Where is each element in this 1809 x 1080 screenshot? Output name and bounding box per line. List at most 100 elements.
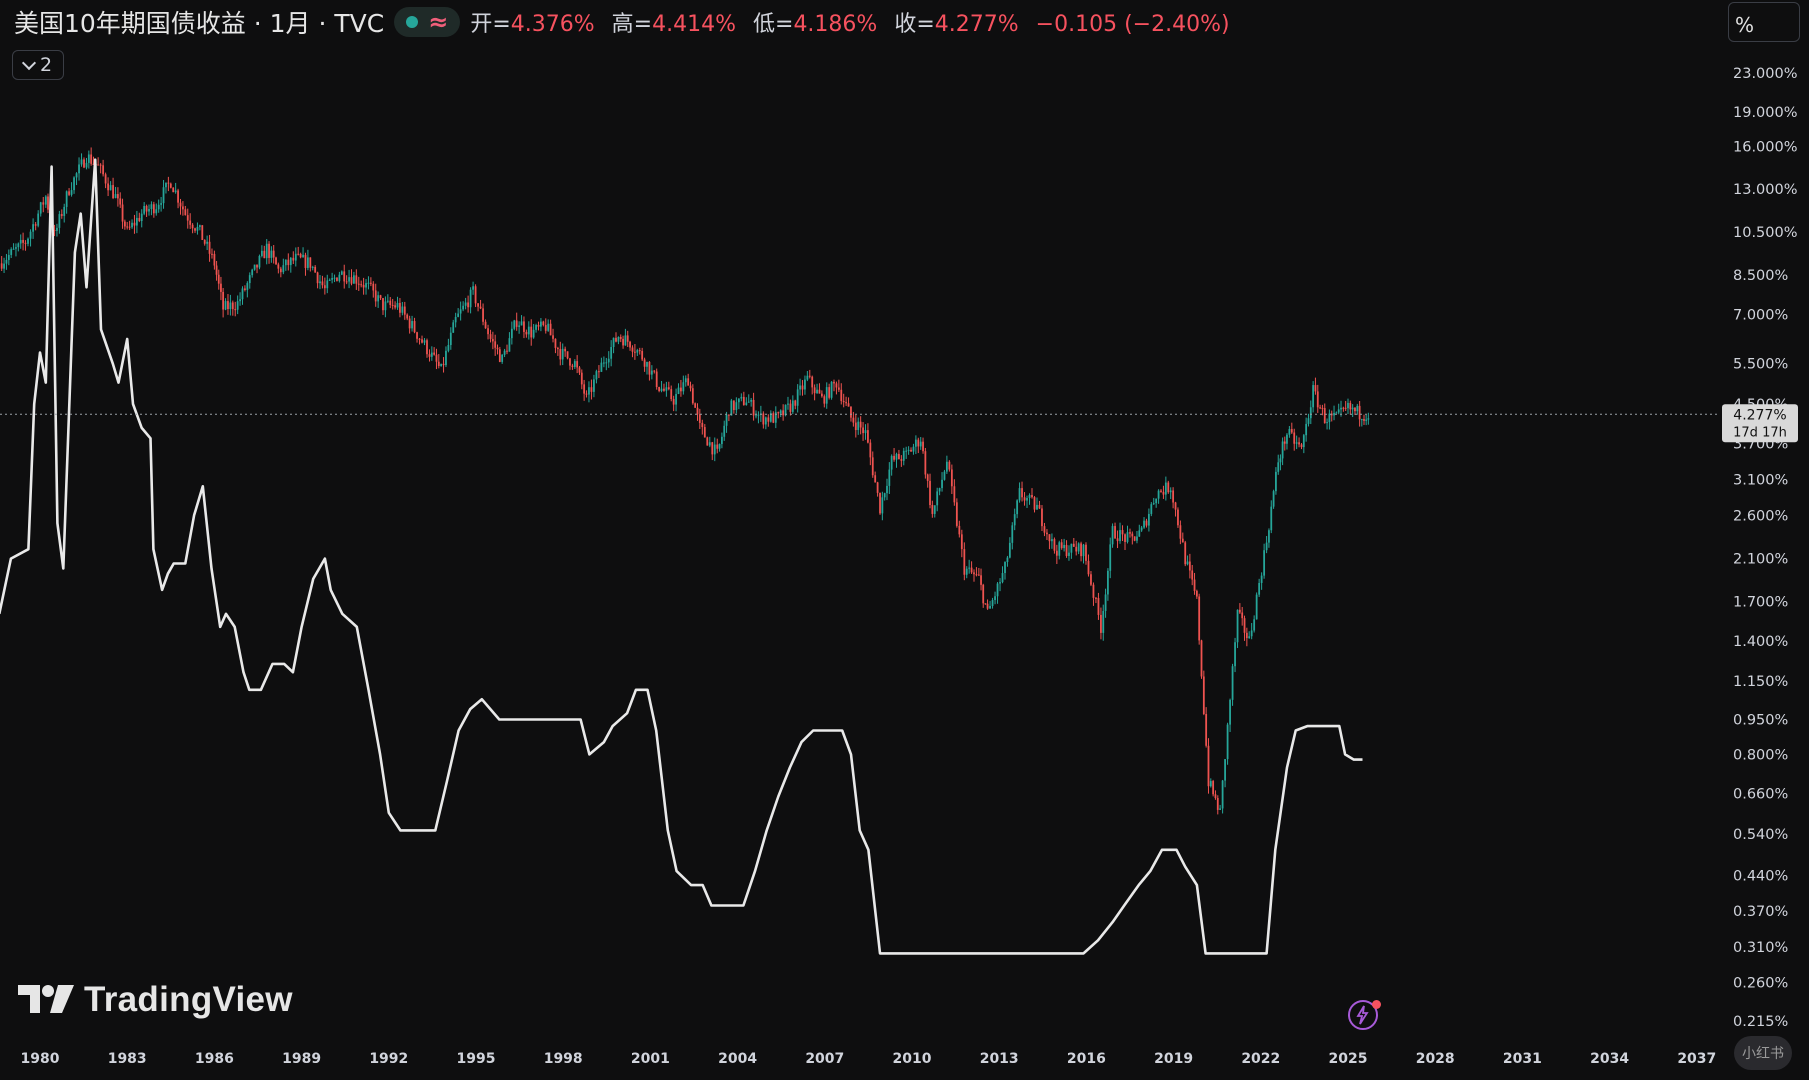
candle-body [602, 362, 605, 364]
candle-body [3, 263, 5, 269]
candle-body [1309, 407, 1312, 419]
candle-body [211, 253, 213, 255]
last-price-value: 4.277% [1733, 407, 1786, 423]
candle-body [179, 202, 182, 207]
candle-body [999, 582, 1001, 584]
candle-body [1072, 543, 1075, 547]
high-value: 4.414% [652, 12, 736, 37]
candle-body [537, 324, 540, 327]
candle-body [213, 253, 216, 266]
candle-body [0, 263, 3, 269]
candle-body [406, 314, 409, 319]
candle-body [184, 209, 187, 216]
candle-body [703, 427, 706, 438]
candle-body [835, 383, 838, 388]
candle-body [1155, 498, 1158, 504]
candle-body [723, 425, 726, 437]
candle-body [299, 253, 302, 258]
open-label: 开= [470, 12, 511, 37]
candle-body [1140, 527, 1143, 531]
candle-body [333, 277, 336, 279]
candle-body [655, 371, 658, 388]
low-value: 4.186% [793, 12, 878, 37]
candle-body [215, 265, 218, 275]
x-tick-label: 2010 [893, 1051, 932, 1067]
candle-body [227, 301, 229, 310]
candle-body [251, 269, 254, 276]
market-status-pill[interactable]: ≈ [394, 7, 461, 37]
candle-body [963, 549, 966, 575]
candle-body [191, 224, 194, 229]
candle-body [379, 295, 382, 299]
candle-body [1358, 405, 1361, 420]
price-axis[interactable]: 23.000% 19.000% 16.000% 13.000% 10.500% 8.500… [1733, 66, 1798, 1030]
candle-body [123, 221, 126, 227]
candle-body [573, 361, 576, 367]
candle-body [789, 403, 792, 412]
candle-body [1286, 434, 1288, 444]
bar-countdown: 17d 17h [1733, 425, 1787, 440]
candle-body [1293, 432, 1296, 444]
y-tick-label: 0.440% [1733, 869, 1788, 885]
tradingview-logo[interactable]: TradingView [18, 980, 293, 1020]
percent-scale-button[interactable]: % [1728, 2, 1800, 42]
candle-body [1243, 618, 1246, 633]
collapse-indicators-button[interactable]: 2 [12, 50, 64, 80]
candle-body [561, 348, 564, 360]
candle-body [73, 177, 75, 191]
candle-body [675, 394, 677, 405]
candle-body [231, 302, 234, 310]
candle-body [752, 399, 755, 416]
candle-body [323, 285, 326, 289]
candle-body [633, 351, 636, 353]
candle-body [1295, 442, 1298, 444]
symbol-title[interactable]: 美国10年期国债收益 · 1月 · TVC [14, 4, 384, 40]
candle-body [220, 283, 222, 292]
candle-body [585, 393, 588, 395]
candle-body [430, 352, 433, 357]
candle-body [121, 204, 124, 222]
candle-body [663, 388, 665, 391]
candle-body [1068, 552, 1070, 556]
candle-body [566, 351, 569, 359]
candle-body [727, 414, 730, 416]
time-axis[interactable]: 1980 1983 1986 1989 1992 1995 1998 2001 2004 2007… [21, 1051, 1717, 1067]
candle-body [87, 154, 90, 163]
y-tick-label: 19.000% [1733, 105, 1798, 121]
candle-body [1216, 798, 1219, 810]
candle-body [484, 321, 487, 329]
candle-body [598, 371, 600, 373]
candle-body [762, 413, 765, 425]
close-label: 收= [894, 12, 935, 37]
y-tick-label: 3.100% [1733, 473, 1788, 489]
candle-body [1219, 808, 1222, 810]
candle-body [386, 300, 389, 302]
candle-body [104, 174, 107, 184]
candle-body [345, 281, 348, 283]
candle-body [708, 442, 711, 446]
candle-body [508, 338, 511, 352]
candle-body [1162, 491, 1165, 495]
candle-body [907, 449, 910, 451]
candle-body [1270, 506, 1273, 531]
candle-body [796, 389, 799, 406]
candle-body [820, 393, 823, 397]
candle-body [955, 502, 958, 526]
candle-body [396, 302, 399, 308]
candle-body [498, 349, 501, 362]
candle-body [706, 437, 709, 446]
candle-body [898, 453, 900, 460]
candle-body [757, 414, 760, 416]
candle-body [737, 398, 740, 403]
candle-body [174, 190, 177, 193]
candle-body [343, 271, 346, 282]
candle-body [399, 302, 401, 313]
candle-body [1302, 435, 1305, 448]
candle-body [600, 362, 603, 372]
candle-body [1328, 413, 1331, 423]
change-value: −0.105 (−2.40%) [1035, 12, 1230, 37]
candle-body [638, 350, 641, 352]
candle-body [689, 385, 692, 389]
candle-body [871, 457, 874, 476]
chart-canvas[interactable]: 23.000% 19.000% 16.000% 13.000% 10.500% 8.500… [0, 0, 1809, 1080]
